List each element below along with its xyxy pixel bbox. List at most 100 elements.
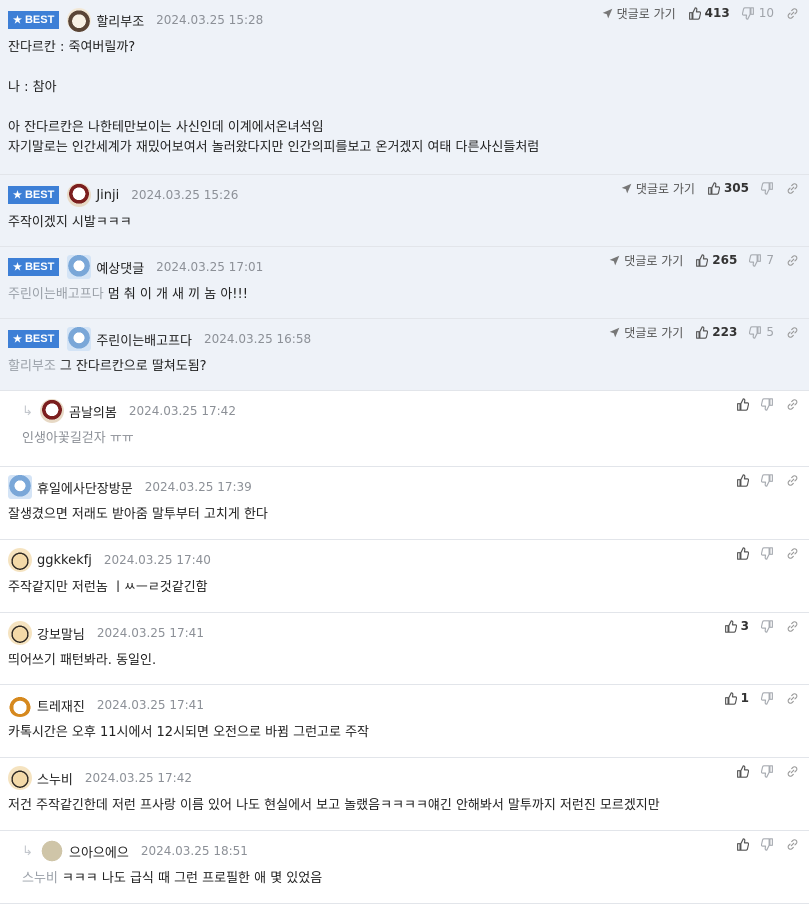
share-link-button[interactable]	[786, 692, 799, 705]
thumbs-up-icon	[736, 473, 749, 487]
paper-plane-icon	[609, 327, 620, 338]
goto-comment-button[interactable]: 댓글로 가기	[609, 252, 683, 269]
upvote-button[interactable]: 413	[688, 6, 730, 20]
upvote-button[interactable]: 223	[695, 325, 737, 339]
share-link-button[interactable]	[786, 182, 799, 195]
comment-body: 카톡시간은 오후 11시에서 12시되면 오전으로 바뀜 그런고로 주작	[8, 723, 801, 743]
share-link-button[interactable]	[786, 326, 799, 339]
downvote-button[interactable]	[761, 691, 774, 705]
comment-item: ↳ 으아으에으 2024.03.25 18:51 스누비 ㅋㅋㅋ 나도 급식 때 그런 …	[0, 831, 809, 904]
downvote-button[interactable]	[761, 546, 774, 560]
comment-date: 2024.03.25 17:40	[103, 553, 211, 567]
nickname[interactable]: 트레재진	[37, 696, 85, 715]
avatar[interactable]	[67, 8, 92, 32]
goto-comment-button[interactable]: 댓글로 가기	[621, 180, 695, 197]
downvote-button[interactable]: 7	[749, 253, 774, 267]
comment-date: 2024.03.25 16:58	[204, 332, 312, 346]
nickname[interactable]: 으아으에으	[69, 842, 129, 861]
reply-mention[interactable]: 스누비	[22, 871, 58, 886]
upvote-button[interactable]	[736, 473, 749, 487]
reply-mention[interactable]: 할리부조	[8, 359, 56, 374]
upvote-button[interactable]	[736, 837, 749, 851]
nickname[interactable]: Jinji	[96, 188, 119, 203]
comment-item: ↳ 곰날의봄 2024.03.25 17:42 인생아꽃길걷자 ㅠㅠ	[0, 391, 809, 467]
share-link-button[interactable]	[786, 254, 799, 267]
nickname[interactable]: 예상댓글	[96, 258, 144, 277]
comment-body: 띄어쓰기 패턴봐라. 동일인.	[8, 651, 801, 671]
share-link-button[interactable]	[786, 7, 799, 20]
thumbs-down-icon	[761, 181, 774, 195]
downvote-button[interactable]	[761, 397, 774, 411]
avatar[interactable]	[40, 839, 64, 863]
upvote-button[interactable]	[736, 764, 749, 778]
nickname[interactable]: 주린이는배고프다	[96, 330, 192, 349]
avatar[interactable]	[8, 621, 32, 645]
nickname[interactable]: ggkkekfj	[37, 553, 92, 568]
link-icon	[786, 692, 799, 705]
share-link-button[interactable]	[786, 838, 799, 851]
comment-date: 2024.03.25 15:26	[131, 188, 239, 202]
share-link-button[interactable]	[786, 474, 799, 487]
avatar[interactable]	[8, 475, 32, 499]
avatar[interactable]	[67, 327, 92, 351]
comment-actions: 댓글로 가기 223 5	[609, 319, 799, 345]
thumbs-up-icon	[695, 325, 709, 339]
thumbs-up-icon	[688, 6, 701, 20]
thumbs-up-icon	[707, 181, 720, 195]
thumbs-down-icon	[741, 6, 755, 20]
nickname[interactable]: 강보말님	[37, 624, 85, 643]
reply-mention[interactable]: 주린이는배고프다	[8, 287, 104, 302]
upvote-button[interactable]: 305	[707, 181, 749, 195]
best-badge: ★ BEST	[8, 186, 60, 204]
nickname[interactable]: 휴일에사단장방문	[37, 478, 133, 497]
upvote-button[interactable]: 3	[724, 619, 749, 633]
comment-date: 2024.03.25 15:28	[156, 13, 264, 27]
comment-body: 잔다르칸 : 죽여버릴까? 나 : 참아 아 잔다르칸은 나한테만보이는 사신인…	[8, 38, 801, 158]
comment-date: 2024.03.25 17:41	[96, 698, 204, 712]
avatar[interactable]	[67, 255, 92, 279]
nickname[interactable]: 할리부조	[96, 11, 144, 30]
goto-comment-button[interactable]: 댓글로 가기	[602, 5, 676, 22]
downvote-button[interactable]	[761, 619, 774, 633]
link-icon	[786, 182, 799, 195]
share-link-button[interactable]	[786, 547, 799, 560]
comment-item: ★ BEST 예상댓글 2024.03.25 17:01 댓글로 가기 265 7 주린이는배…	[0, 247, 809, 319]
comment-text: 주작이겠지 시발ㅋㅋㅋ	[8, 215, 132, 230]
upvote-button[interactable]: 1	[724, 691, 749, 705]
avatar[interactable]	[8, 548, 32, 572]
thumbs-down-icon	[761, 546, 774, 560]
paper-plane-icon	[621, 183, 632, 194]
link-icon	[786, 838, 799, 851]
downvote-button[interactable]	[761, 837, 774, 851]
downvote-button[interactable]	[761, 473, 774, 487]
comment-actions	[736, 391, 799, 417]
share-link-button[interactable]	[786, 765, 799, 778]
comment-date: 2024.03.25 17:42	[128, 404, 236, 418]
star-icon: ★	[13, 189, 22, 201]
nickname[interactable]: 곰날의봄	[69, 402, 117, 421]
thumbs-down-icon	[761, 691, 774, 705]
upvote-button[interactable]	[736, 397, 749, 411]
best-badge: ★ BEST	[8, 330, 60, 348]
goto-comment-button[interactable]: 댓글로 가기	[609, 324, 683, 341]
comment-text: 카톡시간은 오후 11시에서 12시되면 오전으로 바뀜 그런고로 주작	[8, 725, 370, 740]
comment-text: 주작같지만 저런놈 ㅣㅆㅡㄹ것같긴함	[8, 580, 208, 595]
avatar[interactable]	[8, 693, 32, 717]
downvote-button[interactable]: 5	[749, 325, 774, 339]
avatar[interactable]	[8, 766, 32, 790]
upvote-count: 413	[704, 6, 730, 20]
upvote-button[interactable]	[736, 546, 749, 560]
thumbs-down-icon	[761, 764, 774, 778]
downvote-button[interactable]: 10	[741, 6, 774, 20]
share-link-button[interactable]	[786, 398, 799, 411]
avatar[interactable]	[40, 399, 64, 423]
avatar[interactable]	[67, 183, 92, 207]
nickname[interactable]: 스누비	[37, 769, 73, 788]
downvote-button[interactable]	[761, 764, 774, 778]
share-link-button[interactable]	[786, 620, 799, 633]
reply-arrow-icon: ↳	[22, 403, 33, 419]
downvote-button[interactable]	[761, 181, 774, 195]
upvote-button[interactable]: 265	[695, 253, 737, 267]
comment-actions: 댓글로 가기 305	[621, 175, 799, 201]
comment-body: 주작이겠지 시발ㅋㅋㅋ	[8, 213, 801, 233]
